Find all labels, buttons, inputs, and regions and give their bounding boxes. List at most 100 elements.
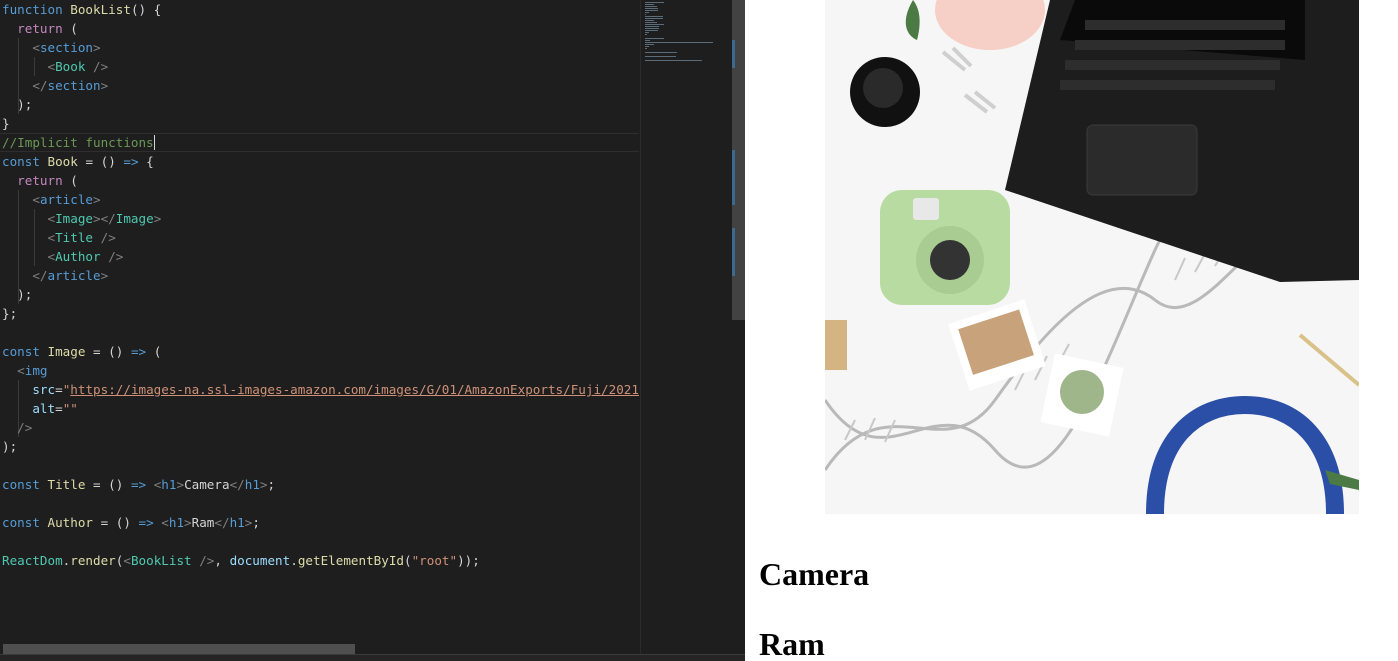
code-token: => bbox=[130, 344, 147, 359]
title-heading: Camera bbox=[759, 556, 870, 592]
code-line[interactable]: </section> bbox=[0, 76, 108, 95]
vertical-scrollbar[interactable] bbox=[732, 0, 745, 661]
code-token: BookList bbox=[130, 553, 192, 568]
code-token: > bbox=[176, 477, 185, 492]
code-token: > bbox=[100, 78, 109, 93]
code-token: => bbox=[130, 477, 147, 492]
minimap-line bbox=[645, 4, 654, 5]
code-token: BookList bbox=[70, 2, 131, 17]
code-line[interactable]: /> bbox=[0, 418, 32, 437]
minimap-line bbox=[645, 2, 664, 3]
minimap-line bbox=[645, 48, 647, 49]
code-token: > bbox=[184, 515, 192, 530]
code-line[interactable]: <section> bbox=[0, 38, 100, 57]
code-token: ></ bbox=[93, 211, 116, 226]
code-token: Book bbox=[47, 154, 78, 169]
code-token: ( bbox=[62, 21, 78, 36]
minimap-line bbox=[645, 28, 660, 29]
code-line[interactable]: alt="" bbox=[0, 399, 78, 418]
code-token: ); bbox=[2, 97, 33, 112]
code-line[interactable]: const Author = () => <h1>Ram</h1>; bbox=[0, 513, 260, 532]
code-line[interactable] bbox=[0, 456, 2, 475]
code-token: < bbox=[47, 249, 56, 264]
code-token: )); bbox=[457, 553, 480, 568]
code-line[interactable]: }; bbox=[0, 304, 17, 323]
code-line[interactable]: function BookList() { bbox=[0, 0, 161, 19]
code-editor[interactable]: function BookList() { return ( <section>… bbox=[0, 0, 745, 661]
code-line[interactable]: ); bbox=[0, 95, 32, 114]
code-line[interactable]: return ( bbox=[0, 19, 78, 38]
browser-preview: Camera Ram bbox=[745, 0, 1398, 661]
code-token: . bbox=[290, 553, 298, 568]
code-token: "root" bbox=[411, 553, 458, 568]
editor-bottom-border bbox=[0, 654, 745, 661]
minimap-line bbox=[645, 12, 649, 13]
code-token: Ram bbox=[191, 515, 215, 530]
code-line[interactable]: <article> bbox=[0, 190, 101, 209]
code-line[interactable]: <Author /> bbox=[0, 247, 124, 266]
code-token: const bbox=[2, 344, 40, 359]
code-line[interactable]: <img bbox=[0, 361, 47, 380]
code-line[interactable]: ); bbox=[0, 285, 32, 304]
code-token: article bbox=[39, 192, 94, 207]
code-line[interactable] bbox=[0, 494, 2, 513]
code-area[interactable]: function BookList() { return ( <section>… bbox=[0, 0, 639, 650]
minimap-line bbox=[645, 52, 678, 53]
code-line[interactable]: <Title /> bbox=[0, 228, 116, 247]
scrollbar-marker bbox=[732, 40, 735, 68]
code-line[interactable]: ReactDom.render(<BookList />, document.g… bbox=[0, 551, 480, 570]
horizontal-scrollbar-thumb[interactable] bbox=[3, 644, 355, 654]
code-line[interactable]: src="https://images-na.ssl-images-amazon… bbox=[0, 380, 639, 399]
code-line[interactable]: const Image = () => ( bbox=[0, 342, 161, 361]
code-line[interactable]: return ( bbox=[0, 171, 78, 190]
scrollbar-marker bbox=[732, 228, 735, 276]
code-token: Image bbox=[55, 211, 94, 226]
minimap-line bbox=[645, 32, 649, 33]
code-token: Image bbox=[47, 344, 86, 359]
code-line[interactable]: const Book = () => { bbox=[0, 152, 154, 171]
code-line[interactable] bbox=[0, 532, 2, 551]
code-token: h1 bbox=[168, 515, 185, 530]
minimap-line bbox=[645, 46, 649, 47]
code-token: ); bbox=[2, 287, 33, 302]
code-line[interactable]: <Book /> bbox=[0, 57, 109, 76]
code-token: /> bbox=[17, 420, 33, 435]
code-line[interactable]: </article> bbox=[0, 266, 108, 285]
code-token: = () bbox=[77, 154, 124, 169]
code-line[interactable]: //Implicit functions bbox=[0, 133, 155, 152]
author-heading: Ram bbox=[759, 626, 825, 661]
code-token: section bbox=[47, 78, 101, 93]
code-token: = bbox=[55, 401, 63, 416]
code-token: https://images-na.ssl-images-amazon.com/… bbox=[70, 382, 639, 397]
minimap[interactable] bbox=[640, 0, 733, 661]
code-token: alt bbox=[32, 401, 56, 416]
code-token: "" bbox=[62, 401, 78, 416]
code-token: < bbox=[47, 211, 56, 226]
code-line[interactable]: <Image></Image> bbox=[0, 209, 162, 228]
minimap-line bbox=[645, 18, 663, 19]
code-token: () { bbox=[130, 2, 162, 17]
code-token: = bbox=[55, 382, 63, 397]
minimap-line bbox=[645, 44, 654, 45]
code-token: section bbox=[39, 40, 94, 55]
code-line[interactable] bbox=[0, 323, 2, 342]
code-token: </ bbox=[32, 78, 48, 93]
code-token: /> bbox=[199, 553, 215, 568]
code-token: </ bbox=[214, 515, 230, 530]
horizontal-scrollbar[interactable] bbox=[0, 644, 639, 654]
code-token: > bbox=[93, 192, 101, 207]
code-line[interactable]: ); bbox=[0, 437, 17, 456]
minimap-line bbox=[645, 8, 658, 9]
code-token: < bbox=[47, 230, 56, 245]
code-line[interactable]: } bbox=[0, 114, 10, 133]
code-line[interactable]: const Title = () => <h1>Camera</h1>; bbox=[0, 475, 275, 494]
